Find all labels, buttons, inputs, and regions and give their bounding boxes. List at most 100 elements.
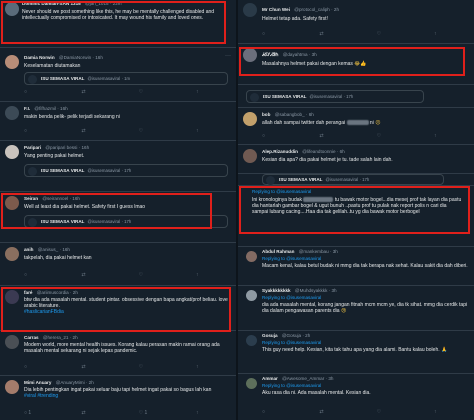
reply-to-link[interactable]: Replying to @isusemasaviral: [252, 189, 311, 194]
tweet-abdul-rahman[interactable]: Abdul Rahman @mankembau · 3h Replying to…: [238, 248, 474, 286]
like-icon[interactable]: ♡: [139, 272, 149, 278]
quoted-tweet[interactable]: ISU SEMASA VIRAL @isusemasaviral · 17h: [246, 90, 424, 103]
author-name[interactable]: ᏗᎴᎩᏗᏕᏂ: [262, 52, 278, 57]
share-icon[interactable]: ↑: [196, 89, 206, 95]
author-name[interactable]: Mimi Anuary: [24, 380, 51, 385]
tweet-syakkk[interactable]: Syakkkkkkkk @Muhdsyakkkk · 3h Replying t…: [238, 287, 474, 331]
tweet-carras[interactable]: Carras @herera_21 · 2h Modern world, mor…: [0, 332, 236, 376]
reply-to-link[interactable]: Replying to @isusemasaviral: [262, 256, 321, 261]
hashtag-link[interactable]: #haslicarianFBdia: [24, 309, 64, 315]
quoted-tweet[interactable]: ISU SEMASA VIRAL @isusemasaviral · 17h: [24, 164, 228, 177]
author-name[interactable]: Damia Norwin: [24, 55, 55, 60]
retweet-icon[interactable]: ⇄: [81, 364, 91, 370]
like-icon[interactable]: ♡: [377, 31, 387, 37]
avatar[interactable]: [246, 335, 257, 346]
avatar[interactable]: [5, 247, 19, 261]
tweet-chun-wei[interactable]: Mr Chun Wei @protocol_caliph · 2h Helmet…: [238, 0, 474, 44]
author-name[interactable]: Alep.Rizanuddin: [262, 149, 298, 154]
author-name[interactable]: anih: [24, 247, 33, 252]
like-icon[interactable]: ♡: [139, 89, 149, 95]
like-icon[interactable]: ♡: [377, 409, 387, 415]
like-icon[interactable]: ♡: [139, 364, 149, 370]
avatar[interactable]: [5, 290, 19, 304]
tweet-kronologi[interactable]: Replying to @isusemasaviral Ini kronolog…: [238, 187, 474, 247]
avatar[interactable]: [5, 335, 19, 349]
tweet-ammar[interactable]: Ammar @Awesome_Ammar · 3h Replying to @i…: [238, 375, 474, 420]
reply-icon[interactable]: ○: [24, 364, 34, 370]
reply-icon[interactable]: ○: [262, 31, 272, 37]
quoted-tweet[interactable]: ISU SEMASA VIRAL @isusemasaviral · 17h: [262, 174, 444, 185]
avatar[interactable]: [243, 149, 257, 163]
tweet-damia[interactable]: ··· Damia Norwin @DamiaNorwin · 16h Kese…: [0, 52, 236, 102]
reply-icon[interactable]: ○: [24, 89, 34, 95]
avatar[interactable]: [5, 196, 19, 210]
avatar[interactable]: [5, 2, 19, 16]
author-name[interactable]: faré: [24, 290, 32, 295]
author-name[interactable]: Seiran: [24, 196, 38, 201]
avatar[interactable]: [5, 55, 19, 69]
avatar[interactable]: [5, 380, 19, 394]
author-name[interactable]: Mr Chun Wei: [262, 7, 290, 12]
author-name[interactable]: Carras: [24, 335, 39, 340]
avatar[interactable]: [246, 251, 257, 262]
author-name[interactable]: bob: [262, 112, 270, 117]
tweet-alep[interactable]: Alep.Rizanuddin @lifeandtoonnie · 6h Kes…: [238, 146, 474, 174]
tweet-dayah[interactable]: ᏗᎴᎩᏗᏕᏂ @dayahtma · 3h Masalahnya helmet …: [238, 45, 474, 85]
avatar[interactable]: [5, 106, 19, 120]
quoted-tweet[interactable]: ISU SEMASA VIRAL @isusemasaviral · 1m: [24, 72, 228, 85]
like-icon[interactable]: ♡: [139, 128, 149, 134]
retweet-icon[interactable]: ⇄: [81, 272, 91, 278]
like-icon[interactable]: ♡: [377, 133, 387, 139]
tweet-gosuja[interactable]: Gosuja @Gosuja · 2h Replying to @isusema…: [238, 332, 474, 374]
reply-to-link[interactable]: Replying to @isusemasaviral: [262, 340, 321, 345]
reply-to-link[interactable]: Replying to @isusemasaviral: [262, 295, 321, 300]
tweet-fi[interactable]: F.I. @fifhazmil · 16h makin benda pelik-…: [0, 103, 236, 141]
tweet-bob[interactable]: bob @sabangbob_ · 6h allah dah sampai tw…: [238, 109, 474, 145]
reply-icon[interactable]: ○ 1: [24, 410, 34, 416]
avatar[interactable]: [246, 378, 257, 389]
author-name[interactable]: Dominic Damian-SAN 1315: [22, 1, 81, 6]
like-icon[interactable]: ♡ 1: [139, 410, 149, 416]
author-name[interactable]: Paripari: [24, 145, 41, 150]
retweet-icon[interactable]: ⇄: [81, 89, 91, 95]
retweet-icon[interactable]: ⇄: [81, 410, 91, 416]
quoted-tweet[interactable]: ISU SEMASA VIRAL @isusemasaviral · 17h: [24, 215, 228, 228]
share-icon[interactable]: ↑: [196, 272, 206, 278]
tweet-anih[interactable]: anih @anisus_ · 16h takpelah, dia pakai …: [0, 244, 236, 286]
avatar[interactable]: [243, 48, 257, 62]
reply-icon[interactable]: ○: [24, 272, 34, 278]
retweet-icon[interactable]: ⇄: [81, 128, 91, 134]
tweet-dominic[interactable]: Dominic Damian-SAN 1315 @jan_1015 · 22m …: [0, 0, 236, 48]
retweet-icon[interactable]: ⇄: [319, 31, 329, 37]
share-icon[interactable]: ↑: [434, 31, 444, 37]
retweet-icon[interactable]: ⇄: [319, 409, 329, 415]
tweet-mimi[interactable]: Mimi Anuary @AnuaryMimi · 2h Dia lebih p…: [0, 377, 236, 420]
share-icon[interactable]: ↑: [196, 128, 206, 134]
hashtag-link[interactable]: #viral #trending: [24, 393, 58, 399]
reply-icon[interactable]: ○: [262, 133, 272, 139]
author-name[interactable]: Abdul Rahman: [262, 249, 294, 254]
tweet-fare[interactable]: faré @ariimuscordia · 2h btw dia ada mas…: [0, 287, 236, 331]
reply-icon[interactable]: ○: [24, 128, 34, 134]
right-timeline[interactable]: Mr Chun Wei @protocol_caliph · 2h Helmet…: [238, 0, 474, 420]
author-name[interactable]: Gosuja: [262, 333, 278, 338]
tweet-paripari[interactable]: Paripari @paripari bessi · 16h Yang pent…: [0, 142, 236, 192]
avatar[interactable]: [246, 290, 257, 301]
share-icon[interactable]: ↑: [434, 133, 444, 139]
quoted-tweet-block[interactable]: ISU SEMASA VIRAL @isusemasaviral · 17h: [238, 86, 474, 108]
reply-to-link[interactable]: Replying to @isusemasaviral: [262, 383, 321, 388]
share-icon[interactable]: ↑: [196, 410, 206, 416]
reply-icon[interactable]: ○: [262, 409, 272, 415]
avatar[interactable]: [243, 112, 257, 126]
tweet-seiran[interactable]: Seiran @seirannoel · 16h Well at least d…: [0, 193, 236, 243]
share-icon[interactable]: ↑: [196, 364, 206, 370]
author-name[interactable]: Syakkkkkkkk: [262, 288, 291, 293]
quoted-tweet-block[interactable]: ISU SEMASA VIRAL @isusemasaviral · 17h: [238, 174, 474, 186]
left-timeline[interactable]: Dominic Damian-SAN 1315 @jan_1015 · 22m …: [0, 0, 236, 420]
retweet-icon[interactable]: ⇄: [319, 133, 329, 139]
share-icon[interactable]: ↑: [434, 409, 444, 415]
avatar[interactable]: [243, 3, 257, 17]
author-name[interactable]: F.I.: [24, 106, 30, 111]
avatar[interactable]: [5, 145, 19, 159]
author-name[interactable]: Ammar: [262, 376, 278, 381]
